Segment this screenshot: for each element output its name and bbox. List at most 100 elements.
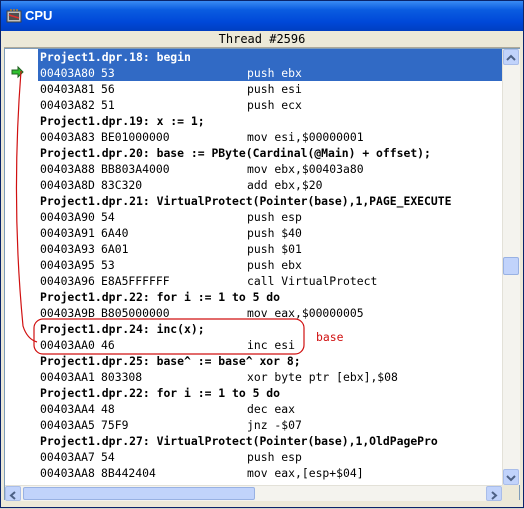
instruction-bytes: E8A5FFFFFF xyxy=(101,274,170,288)
source-line-row[interactable]: Project1.dpr.25: base^ := base^ xor 8; xyxy=(38,353,502,369)
instruction-row[interactable]: 00403A9B B805000000 mov eax,$00000005 xyxy=(38,305,502,321)
instruction-bytes: 6A01 xyxy=(101,242,129,256)
instruction-row[interactable]: 00403A96 E8A5FFFFFF call VirtualProtect xyxy=(38,273,502,289)
source-line-text: Project1.dpr.22: for i := 1 to 5 do xyxy=(40,386,281,400)
scroll-right-button[interactable] xyxy=(486,486,502,501)
source-line-row[interactable]: Project1.dpr.24: inc(x); xyxy=(38,321,502,337)
instruction-bytes: 53 xyxy=(101,258,115,272)
instruction-row[interactable]: 00403A83 BE01000000 mov esi,$00000001 xyxy=(38,129,502,145)
arrow-up-icon xyxy=(506,54,516,61)
source-line-text: Project1.dpr.18: begin xyxy=(40,50,191,64)
instruction-mnemonic: push esi xyxy=(247,82,302,96)
source-line-text: Project1.dpr.21: VirtualProtect(Pointer(… xyxy=(40,194,452,208)
instruction-mnemonic: push ecx xyxy=(247,98,302,112)
instruction-bytes: 54 xyxy=(101,450,115,464)
instruction-row[interactable]: 00403AA7 54 push esp xyxy=(38,449,502,465)
arrow-right-icon xyxy=(491,491,498,500)
instruction-mnemonic: mov esi,$00000001 xyxy=(247,130,364,144)
instruction-row[interactable]: 00403A93 6A01 push $01 xyxy=(38,241,502,257)
instruction-mnemonic: inc esi xyxy=(247,338,296,352)
instruction-bytes: BE01000000 xyxy=(101,130,170,144)
breakpoint-gutter[interactable] xyxy=(5,49,37,485)
instruction-row[interactable]: 00403AA8 8B442404 mov eax,[esp+$04] xyxy=(38,465,502,481)
scrollbar-corner xyxy=(502,485,519,500)
instruction-row[interactable]: 00403A91 6A40 push $40 xyxy=(38,225,502,241)
source-line-row[interactable]: Project1.dpr.20: base := PByte(Cardinal(… xyxy=(38,145,502,161)
source-line-text: Project1.dpr.24: inc(x); xyxy=(40,322,205,336)
scroll-up-button[interactable] xyxy=(503,49,519,65)
instruction-address: 00403A96 xyxy=(40,274,95,288)
instruction-row[interactable]: 00403AA0 46 inc esi xyxy=(38,337,502,353)
source-line-text: Project1.dpr.19: x := 1; xyxy=(40,114,205,128)
instruction-row[interactable]: 00403A81 56 push esi xyxy=(38,81,502,97)
window-title: CPU xyxy=(25,8,53,23)
instruction-mnemonic: mov eax,$00000005 xyxy=(247,306,364,320)
source-line-row[interactable]: Project1.dpr.22: for i := 1 to 5 do xyxy=(38,289,502,305)
vertical-scrollbar[interactable] xyxy=(502,49,520,485)
instruction-address: 00403A90 xyxy=(40,210,95,224)
scroll-down-button[interactable] xyxy=(503,469,519,485)
horizontal-scrollbar[interactable] xyxy=(5,485,502,501)
instruction-bytes: 83C320 xyxy=(101,178,143,192)
scroll-left-button[interactable] xyxy=(5,486,21,501)
source-line-row[interactable]: Project1.dpr.27: VirtualProtect(Pointer(… xyxy=(38,433,502,449)
instruction-bytes: 48 xyxy=(101,402,115,416)
instruction-mnemonic: push esp xyxy=(247,450,302,464)
instruction-mnemonic: mov eax,[esp+$04] xyxy=(247,466,364,480)
instruction-address: 00403AA5 xyxy=(40,418,95,432)
vertical-scroll-thumb[interactable] xyxy=(503,257,519,275)
source-line-text: Project1.dpr.27: VirtualProtect(Pointer(… xyxy=(40,434,438,448)
instruction-row[interactable]: 00403AA1 803308 xor byte ptr [ebx],$08 xyxy=(38,369,502,385)
instruction-row[interactable]: 00403A82 51 push ecx xyxy=(38,97,502,113)
instruction-mnemonic: push ebx xyxy=(247,66,302,80)
instruction-mnemonic: mov ebx,$00403a80 xyxy=(247,162,364,176)
instruction-address: 00403AA7 xyxy=(40,450,95,464)
instruction-bytes: 8B442404 xyxy=(101,466,156,480)
title-bar[interactable]: CPU xyxy=(1,1,523,31)
instruction-address: 00403A9B xyxy=(40,306,95,320)
instruction-address: 00403A81 xyxy=(40,82,95,96)
source-line-row[interactable]: Project1.dpr.18: begin xyxy=(38,49,502,65)
annotation-label: base xyxy=(316,330,344,344)
source-line-row[interactable]: Project1.dpr.19: x := 1; xyxy=(38,113,502,129)
instruction-address: 00403AA4 xyxy=(40,402,95,416)
instruction-mnemonic: add ebx,$20 xyxy=(247,178,323,192)
instruction-address: 00403A8D xyxy=(40,178,95,192)
source-line-row[interactable]: Project1.dpr.22: for i := 1 to 5 do xyxy=(38,385,502,401)
instruction-row[interactable]: 00403A88 BB803A4000 mov ebx,$00403a80 xyxy=(38,161,502,177)
instruction-address: 00403A83 xyxy=(40,130,95,144)
cpu-app-icon xyxy=(6,9,22,23)
instruction-address: 00403A93 xyxy=(40,242,95,256)
instruction-mnemonic: jnz -$07 xyxy=(247,418,302,432)
instruction-address: 00403A95 xyxy=(40,258,95,272)
disassembly-list[interactable]: Project1.dpr.18: begin 00403A80 53 push ebx… xyxy=(38,49,502,485)
instruction-row[interactable]: 00403AA5 75F9 jnz -$07 xyxy=(38,417,502,433)
instruction-row[interactable]: 00403A90 54 push esp xyxy=(38,209,502,225)
cpu-window: CPU Thread #2596 Project1.dpr.18: begin 0… xyxy=(0,0,524,508)
instruction-bytes: 53 xyxy=(101,66,115,80)
source-line-text: Project1.dpr.22: for i := 1 to 5 do xyxy=(40,290,281,304)
instruction-mnemonic: push esp xyxy=(247,210,302,224)
instruction-mnemonic: call VirtualProtect xyxy=(247,274,378,288)
horizontal-scroll-thumb[interactable] xyxy=(23,487,255,500)
source-line-text: Project1.dpr.20: base := PByte(Cardinal(… xyxy=(40,146,431,160)
source-line-text: Project1.dpr.25: base^ := base^ xor 8; xyxy=(40,354,301,368)
instruction-address: 00403AA8 xyxy=(40,466,95,480)
thread-header: Thread #2596 xyxy=(4,31,520,48)
instruction-bytes: 46 xyxy=(101,338,115,352)
instruction-row[interactable]: 00403AA4 48 dec eax xyxy=(38,401,502,417)
disassembly-pane[interactable]: Project1.dpr.18: begin 00403A80 53 push ebx… xyxy=(4,48,520,501)
arrow-down-icon xyxy=(506,475,516,482)
instruction-row[interactable]: 00403A95 53 push ebx xyxy=(38,257,502,273)
instruction-address: 00403A88 xyxy=(40,162,95,176)
instruction-row[interactable]: 00403A8D 83C320 add ebx,$20 xyxy=(38,177,502,193)
instruction-bytes: BB803A4000 xyxy=(101,162,170,176)
instruction-row[interactable]: 00403A80 53 push ebx xyxy=(38,65,502,81)
instruction-mnemonic: xor byte ptr [ebx],$08 xyxy=(247,370,398,384)
instruction-address: 00403A91 xyxy=(40,226,95,240)
instruction-mnemonic: push $01 xyxy=(247,242,302,256)
instruction-address: 00403A82 xyxy=(40,98,95,112)
source-line-row[interactable]: Project1.dpr.21: VirtualProtect(Pointer(… xyxy=(38,193,502,209)
instruction-bytes: 56 xyxy=(101,82,115,96)
instruction-address: 00403AA0 xyxy=(40,338,95,352)
